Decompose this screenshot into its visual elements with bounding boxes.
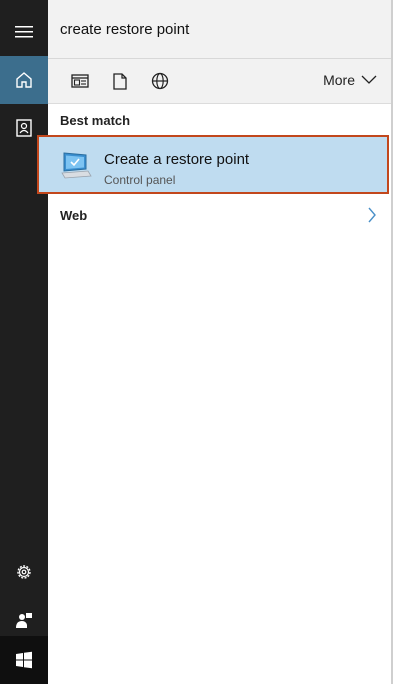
- system-restore-icon: [61, 152, 92, 179]
- web-heading: Web: [60, 208, 88, 223]
- more-filters-button[interactable]: More: [323, 72, 377, 88]
- apps-filter-button[interactable]: [68, 69, 92, 93]
- windows-start-icon: [16, 651, 32, 669]
- menu-button[interactable]: [0, 8, 48, 56]
- best-match-heading: Best match: [60, 113, 131, 128]
- web-search-row[interactable]: Web: [48, 200, 391, 232]
- web-filter-button[interactable]: [148, 69, 172, 93]
- apps-filter-icon: [71, 74, 89, 88]
- chevron-right-icon: [368, 207, 376, 223]
- filter-bar: More: [48, 59, 391, 104]
- result-title: Create a restore point: [104, 151, 250, 168]
- feedback-icon: [16, 613, 32, 628]
- settings-gear-icon: [17, 565, 31, 579]
- search-bar: [48, 0, 391, 59]
- home-button[interactable]: [0, 56, 48, 104]
- start-sidebar: [0, 0, 48, 684]
- search-input[interactable]: [60, 0, 380, 58]
- start-button[interactable]: [0, 636, 48, 684]
- hamburger-menu-icon: [15, 26, 33, 38]
- notebook-icon: [16, 119, 32, 137]
- best-match-result[interactable]: Create a restore point Control panel: [37, 135, 389, 194]
- result-subtitle: Control panel: [104, 173, 176, 187]
- more-label: More: [323, 72, 355, 88]
- document-icon: [113, 72, 127, 90]
- chevron-down-icon: [361, 75, 377, 84]
- globe-icon: [151, 72, 169, 90]
- documents-filter-button[interactable]: [108, 69, 132, 93]
- home-icon: [16, 72, 32, 88]
- settings-button[interactable]: [0, 548, 48, 596]
